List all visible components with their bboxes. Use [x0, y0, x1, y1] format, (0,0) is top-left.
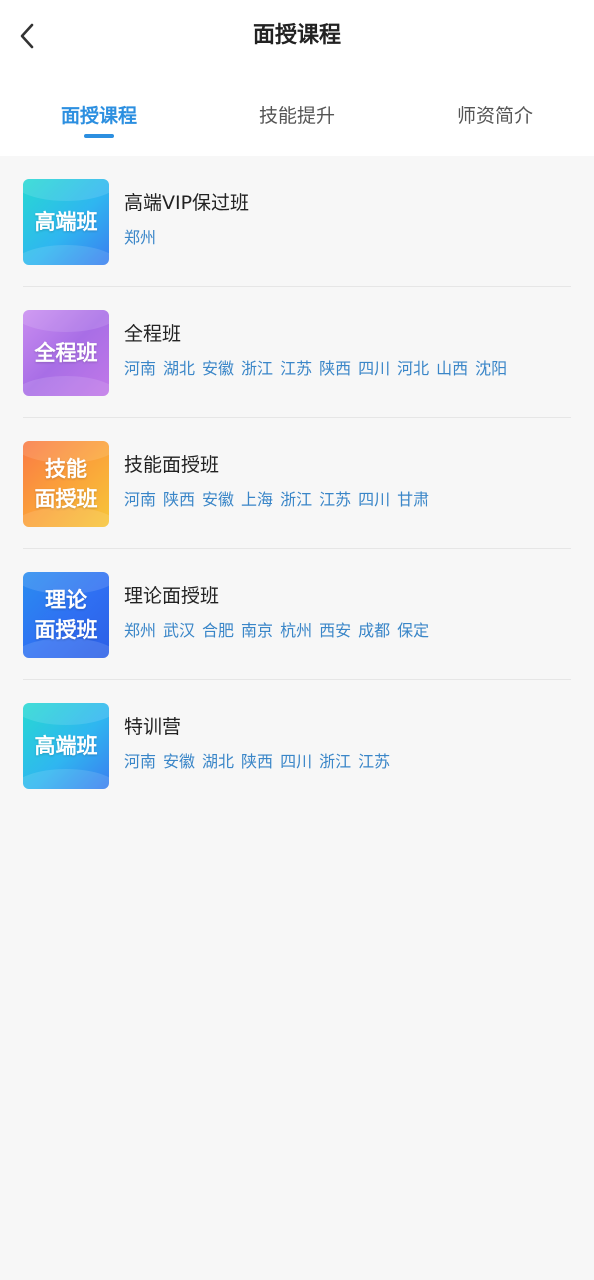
city-tag[interactable]: 上海 — [241, 490, 273, 509]
course-thumbnail: 全程班 — [23, 310, 109, 396]
city-tag[interactable]: 合肥 — [202, 621, 234, 640]
city-tag[interactable]: 杭州 — [280, 621, 312, 640]
course-name: 高端VIP保过班 — [124, 192, 250, 214]
thumbnail-wave-decoration — [23, 769, 109, 789]
city-tag[interactable]: 浙江 — [280, 490, 312, 509]
city-tag[interactable]: 成都 — [358, 621, 390, 640]
thumbnail-wave-decoration — [23, 310, 109, 332]
city-tag[interactable]: 浙江 — [319, 752, 351, 771]
course-city-list: 郑州 — [124, 226, 574, 250]
city-tag[interactable]: 江苏 — [280, 359, 312, 378]
city-tag[interactable]: 郑州 — [124, 621, 156, 640]
course-name: 技能面授班 — [124, 454, 220, 476]
city-tag[interactable]: 沈阳 — [475, 359, 507, 378]
thumbnail-text: 高端班 — [34, 210, 98, 234]
city-tag[interactable]: 武汉 — [163, 621, 195, 640]
active-tab-indicator — [84, 134, 114, 138]
course-item[interactable]: 技能 面授班 技能面授班河南 陕西 安徽 上海 浙江 江苏 四川 甘肃 — [0, 418, 594, 549]
thumbnail-wave-decoration — [23, 179, 109, 201]
tab-skill-upgrade[interactable]: 技能提升 — [198, 96, 396, 146]
city-tag[interactable]: 湖北 — [163, 359, 195, 378]
thumbnail-text: 高端班 — [34, 734, 98, 758]
city-tag[interactable]: 郑州 — [124, 228, 156, 247]
city-tag[interactable]: 四川 — [358, 359, 390, 378]
top-bar: 面授课程 面授课程 技能提升 师资简介 — [0, 0, 594, 156]
city-tag[interactable]: 陕西 — [163, 490, 195, 509]
tab-label: 技能提升 — [258, 105, 335, 127]
course-city-list: 河南 湖北 安徽 浙江 江苏 陕西 四川 河北 山西 沈阳 — [124, 357, 574, 381]
city-tag[interactable]: 保定 — [397, 621, 429, 640]
thumbnail-wave-decoration — [23, 703, 109, 725]
city-tag[interactable]: 安徽 — [202, 490, 234, 509]
course-item[interactable]: 全程班 全程班 河南 湖北 安徽 浙江 江苏 陕西 四川 河北 山西 沈阳 — [0, 287, 594, 418]
city-tag[interactable]: 山西 — [436, 359, 468, 378]
course-item[interactable]: 高端班 特训营河南 安徽 湖北 陕西 四川 浙江 江苏 — [0, 680, 594, 811]
city-tag[interactable]: 江苏 — [358, 752, 390, 771]
city-tag[interactable]: 河北 — [397, 359, 429, 378]
course-thumbnail: 理论 面授班 — [23, 572, 109, 658]
thumbnail-text: 技能 面授班 — [34, 457, 98, 511]
city-tag[interactable]: 陕西 — [241, 752, 273, 771]
course-item[interactable]: 理论 面授班 理论面授班郑州 武汉 合肥 南京 杭州 西安 成都 保定 — [0, 549, 594, 680]
tab-face-courses[interactable]: 面授课程 — [0, 96, 198, 146]
city-tag[interactable]: 浙江 — [241, 359, 273, 378]
thumbnail-wave-decoration — [23, 245, 109, 265]
course-thumbnail: 技能 面授班 — [23, 441, 109, 527]
thumbnail-text: 理论 面授班 — [34, 588, 98, 642]
course-name: 理论面授班 — [124, 585, 220, 607]
course-city-list: 河南 安徽 湖北 陕西 四川 浙江 江苏 — [124, 750, 574, 774]
city-tag[interactable]: 西安 — [319, 621, 351, 640]
tab-label: 面授课程 — [60, 105, 137, 127]
course-name: 全程班 — [124, 323, 182, 345]
city-tag[interactable]: 河南 — [124, 359, 156, 378]
city-tag[interactable]: 湖北 — [202, 752, 234, 771]
course-item[interactable]: 高端班 高端VIP保过班 郑州 — [0, 156, 594, 287]
tab-bar: 面授课程 技能提升 师资简介 — [0, 96, 594, 146]
city-tag[interactable]: 安徽 — [202, 359, 234, 378]
tab-teacher-intro[interactable]: 师资简介 — [396, 96, 594, 146]
course-thumbnail: 高端班 — [23, 179, 109, 265]
city-tag[interactable]: 甘肃 — [397, 490, 429, 509]
city-tag[interactable]: 陕西 — [319, 359, 351, 378]
thumbnail-text: 全程班 — [34, 341, 98, 365]
city-tag[interactable]: 四川 — [358, 490, 390, 509]
page-title: 面授课程 — [252, 23, 341, 48]
course-city-list: 河南 陕西 安徽 上海 浙江 江苏 四川 甘肃 — [124, 488, 574, 512]
course-name: 特训营 — [124, 716, 182, 738]
city-tag[interactable]: 河南 — [124, 490, 156, 509]
thumbnail-wave-decoration — [23, 376, 109, 396]
course-thumbnail: 高端班 — [23, 703, 109, 789]
city-tag[interactable]: 安徽 — [163, 752, 195, 771]
course-list: 高端班 高端VIP保过班 郑州 全程班 全程班 河南 湖北 安徽 浙江 江苏 陕西 四川 河北 山西 沈阳技… — [0, 156, 594, 811]
tab-label: 师资简介 — [456, 105, 533, 127]
city-tag[interactable]: 四川 — [280, 752, 312, 771]
city-tag[interactable]: 江苏 — [319, 490, 351, 509]
city-tag[interactable]: 南京 — [241, 621, 273, 640]
city-tag[interactable]: 河南 — [124, 752, 156, 771]
course-city-list: 郑州 武汉 合肥 南京 杭州 西安 成都 保定 — [124, 619, 574, 643]
